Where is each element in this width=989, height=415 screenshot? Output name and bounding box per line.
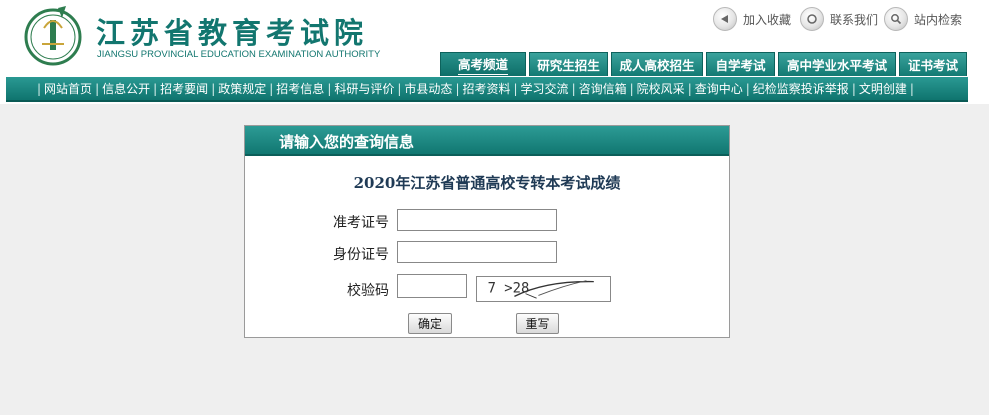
nav-item[interactable]: 学习交流 — [521, 80, 569, 97]
tab-gaokao[interactable]: 高考频道 — [440, 52, 526, 76]
nav-separator: | — [851, 81, 856, 96]
panel-header: 请输入您的查询信息 — [245, 126, 729, 156]
nav-separator: | — [629, 81, 634, 96]
panel-title: 请输入您的查询信息 — [279, 133, 415, 151]
exam-title: 2020年江苏省普通高校专转本考试成绩 — [353, 174, 621, 192]
tab-graduate[interactable]: 研究生招生 — [529, 52, 608, 76]
add-favorite-link[interactable]: 加入收藏 — [713, 7, 791, 31]
tab-graduate-label: 研究生招生 — [537, 58, 600, 73]
tab-self-study-label: 自学考试 — [715, 58, 766, 73]
nav-separator: | — [571, 81, 576, 96]
nav-item[interactable]: 查询中心 — [695, 80, 743, 97]
site-search-label: 站内检索 — [914, 12, 963, 27]
captcha-text: 7 >28 — [488, 281, 530, 297]
nav-item[interactable]: 咨询信箱 — [579, 80, 627, 97]
contact-us-link[interactable]: 联系我们 — [800, 7, 878, 31]
nav-separator: | — [513, 81, 518, 96]
nav-item[interactable]: 院校风采 — [637, 80, 685, 97]
tab-adult-college[interactable]: 成人高校招生 — [611, 52, 703, 76]
ticket-number-label: 准考证号 — [333, 215, 389, 231]
nav-separator: | — [397, 81, 402, 96]
site-header: 江苏省教育考试院 JIANGSU PROVINCIAL EDUCATION EX… — [0, 0, 989, 104]
nav-item[interactable]: 文明创建 — [859, 80, 907, 97]
emblem-icon[interactable] — [22, 4, 84, 66]
nav-item[interactable]: 招考要闻 — [160, 80, 208, 97]
search-icon — [884, 7, 908, 31]
nav-separator: | — [269, 81, 274, 96]
nav-item[interactable]: 信息公开 — [102, 80, 150, 97]
main-nav: | 网站首页 | 信息公开 | 招考要闻 | 政策规定 | 招考信息 | 科研与评价 | 市县动态 | 招考资… — [6, 77, 968, 102]
tab-certificate-exam[interactable]: 证书考试 — [899, 52, 967, 76]
nav-item[interactable]: 网站首页 — [44, 80, 92, 97]
nav-separator: | — [327, 81, 332, 96]
nav-item[interactable]: 科研与评价 — [334, 80, 394, 97]
nav-separator: | — [455, 81, 460, 96]
captcha-image[interactable]: 7 >28 — [476, 276, 611, 302]
id-number-label: 身份证号 — [333, 247, 389, 263]
nav-item[interactable]: 政策规定 — [218, 80, 266, 97]
nav-separator: | — [211, 81, 216, 96]
tab-gaokao-label: 高考频道 — [457, 54, 508, 75]
contact-icon — [800, 7, 824, 31]
ticket-number-input[interactable] — [397, 209, 557, 231]
submit-button[interactable]: 确定 — [408, 313, 452, 334]
tab-adult-college-label: 成人高校招生 — [619, 58, 695, 73]
nav-item[interactable]: 招考信息 — [276, 80, 324, 97]
site-subtitle: JIANGSU PROVINCIAL EDUCATION EXAMINATION… — [97, 49, 381, 60]
nav-item[interactable]: 市县动态 — [404, 80, 452, 97]
bookmark-icon — [713, 7, 737, 31]
tab-high-school-test[interactable]: 高中学业水平考试 — [778, 52, 896, 76]
tab-certificate-exam-label: 证书考试 — [907, 58, 958, 73]
nav-separator: | — [909, 81, 914, 96]
verification-code-input[interactable] — [397, 274, 467, 298]
nav-item[interactable]: 纪检监察投诉举报 — [753, 80, 849, 97]
verification-code-label: 校验码 — [347, 283, 389, 299]
nav-list: | 网站首页 | 信息公开 | 招考要闻 | 政策规定 | 招考信息 | 科研与评价 | 市县动态 | 招考资… — [6, 77, 968, 100]
site-title[interactable]: 江苏省教育考试院 — [96, 10, 368, 52]
tab-self-study[interactable]: 自学考试 — [706, 52, 775, 76]
site-search-link[interactable]: 站内检索 — [884, 7, 962, 31]
nav-separator: | — [687, 81, 692, 96]
query-panel: 请输入您的查询信息 2020年江苏省普通高校专转本考试成绩 准考证号 身份证号 … — [244, 125, 730, 338]
nav-separator: | — [37, 81, 42, 96]
nav-separator: | — [745, 81, 750, 96]
nav-separator: | — [153, 81, 158, 96]
id-number-input[interactable] — [397, 241, 557, 263]
nav-item[interactable]: 招考资料 — [462, 80, 510, 97]
add-favorite-label: 加入收藏 — [743, 12, 792, 27]
reset-button[interactable]: 重写 — [516, 313, 559, 334]
tab-high-school-test-label: 高中学业水平考试 — [786, 58, 887, 73]
contact-us-label: 联系我们 — [830, 12, 879, 27]
nav-separator: | — [95, 81, 100, 96]
